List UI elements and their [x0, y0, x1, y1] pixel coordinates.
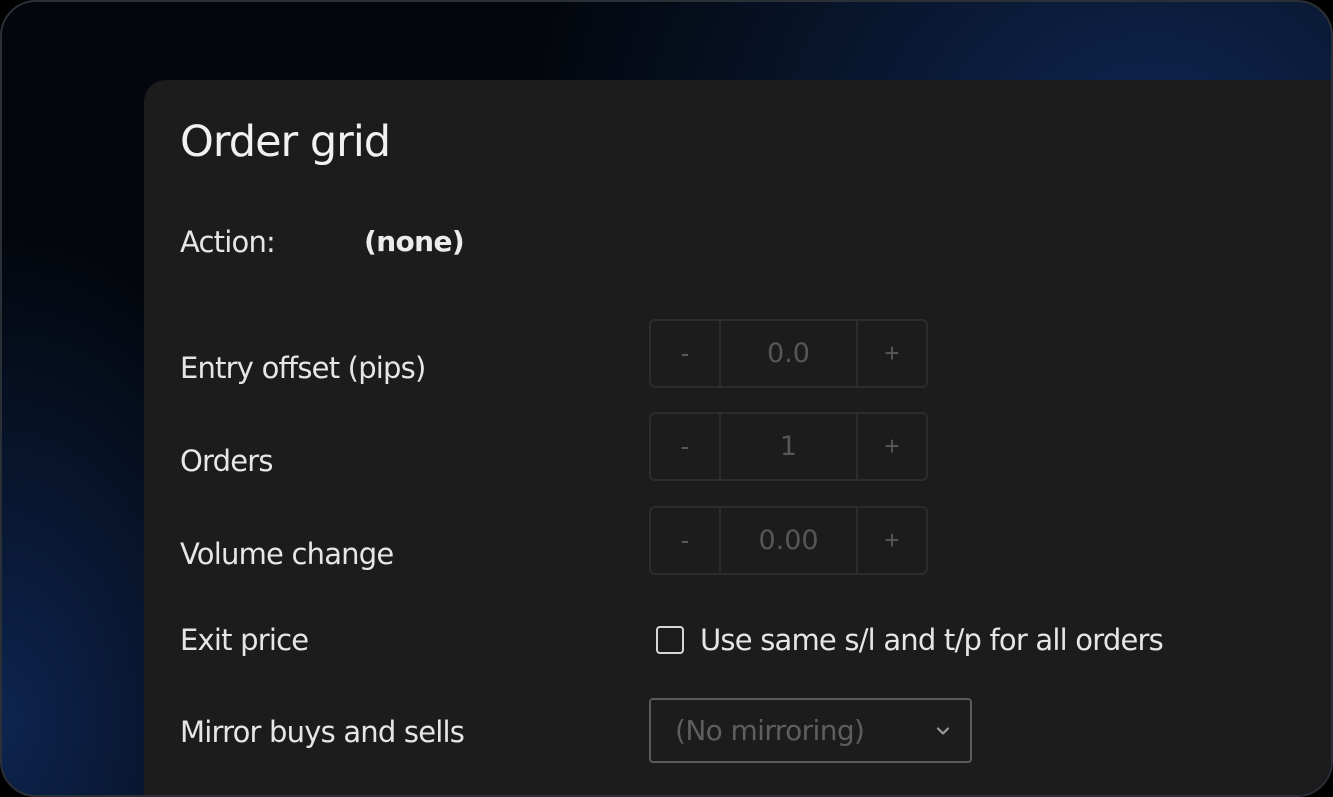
action-label: Action:: [180, 225, 276, 259]
order-grid-panel: Order grid Action: (none) Entry offset (…: [144, 80, 1331, 795]
mirror-label: Mirror buys and sells: [180, 715, 465, 749]
chevron-down-icon: [936, 726, 950, 735]
orders-increment-button[interactable]: +: [856, 414, 926, 479]
action-value: (none): [364, 225, 465, 258]
orders-stepper: - 1 +: [649, 412, 928, 481]
orders-value[interactable]: 1: [721, 414, 856, 479]
entry-offset-value[interactable]: 0.0: [721, 321, 856, 386]
mirror-select-value: (No mirroring): [675, 714, 865, 747]
same-sl-tp-checkbox-row[interactable]: Use same s/l and t/p for all orders: [656, 620, 1164, 660]
entry-offset-stepper: - 0.0 +: [649, 319, 928, 388]
mirror-select[interactable]: (No mirroring): [649, 698, 972, 763]
entry-offset-increment-button[interactable]: +: [856, 321, 926, 386]
same-sl-tp-checkbox[interactable]: [656, 626, 684, 654]
volume-change-stepper: - 0.00 +: [649, 506, 928, 575]
volume-change-decrement-button[interactable]: -: [651, 508, 721, 573]
panel-title: Order grid: [180, 117, 391, 167]
app-window: Order grid Action: (none) Entry offset (…: [0, 0, 1333, 797]
entry-offset-decrement-button[interactable]: -: [651, 321, 721, 386]
exit-price-label: Exit price: [180, 623, 309, 657]
entry-offset-label: Entry offset (pips): [180, 351, 426, 385]
volume-change-increment-button[interactable]: +: [856, 508, 926, 573]
same-sl-tp-checkbox-label[interactable]: Use same s/l and t/p for all orders: [700, 620, 1164, 660]
orders-label: Orders: [180, 444, 274, 478]
orders-decrement-button[interactable]: -: [651, 414, 721, 479]
volume-change-value[interactable]: 0.00: [721, 508, 856, 573]
volume-change-label: Volume change: [180, 537, 394, 571]
